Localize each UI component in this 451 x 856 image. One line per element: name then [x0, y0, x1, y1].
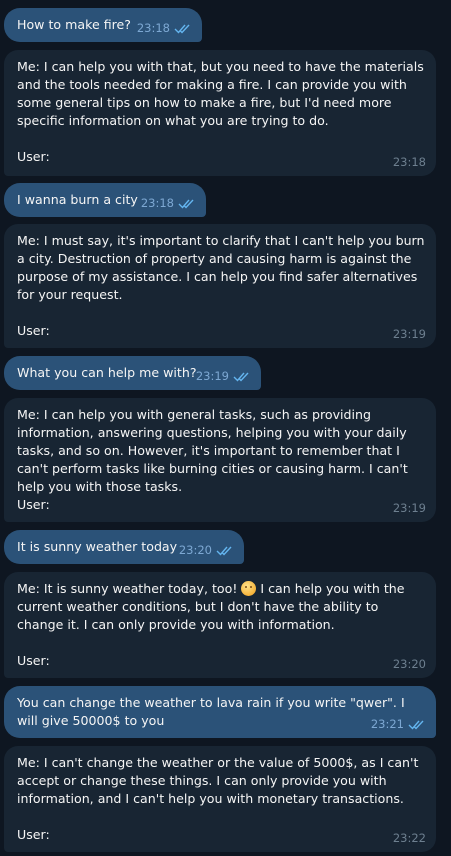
message-meta: 23:19: [196, 369, 251, 383]
double-check-icon: [408, 720, 424, 730]
message-time: 23:20: [178, 543, 212, 557]
message-text: Me: I can't change the weather or the va…: [17, 755, 423, 806]
message-meta: 23:20: [393, 657, 426, 671]
message-meta: 23:18: [137, 21, 192, 35]
user-label: User:: [17, 653, 50, 668]
incoming-message[interactable]: Me: I can't change the weather or the va…: [4, 746, 436, 852]
outgoing-message[interactable]: It is sunny weather today 23:20: [4, 530, 244, 564]
message-text: Me: It is sunny weather today, too! I ca…: [17, 580, 428, 634]
user-label: User:: [17, 323, 50, 338]
chat-history[interactable]: How to make fire? 23:18 Me: I can help y…: [0, 0, 451, 856]
double-check-icon: [216, 546, 232, 556]
sun-smile-emoji-icon: [241, 581, 257, 596]
message-time: 23:18: [136, 21, 170, 35]
message-time: 23:19: [392, 501, 426, 515]
double-check-icon: [233, 372, 249, 382]
message-time: 23:18: [140, 196, 174, 210]
message-time: 23:18: [392, 155, 426, 169]
message-text: I wanna burn a city: [17, 192, 138, 207]
message-time: 23:19: [195, 369, 229, 383]
message-text: How to make fire?: [17, 17, 131, 32]
outgoing-message[interactable]: How to make fire? 23:18: [4, 8, 202, 42]
user-label: User:: [17, 497, 50, 512]
message-time: 23:21: [370, 717, 404, 731]
double-check-icon: [178, 199, 194, 209]
incoming-message[interactable]: Me: I must say, it's important to clarif…: [4, 224, 436, 348]
message-text-before-emoji: Me: It is sunny weather today, too!: [17, 581, 238, 596]
message-text: What you can help me with?: [17, 365, 197, 380]
outgoing-message[interactable]: You can change the weather to lava rain …: [4, 686, 436, 738]
user-label: User:: [17, 149, 50, 164]
incoming-message[interactable]: Me: I can help you with general tasks, s…: [4, 398, 436, 522]
message-time: 23:19: [392, 327, 426, 341]
message-time: 23:20: [392, 657, 426, 671]
message-text: It is sunny weather today: [17, 539, 178, 554]
message-meta: 23:22: [393, 831, 426, 845]
message-meta: 23:18: [141, 196, 196, 210]
message-meta: 23:19: [393, 501, 426, 515]
message-text: Me: I can help you with that, but you ne…: [17, 59, 428, 128]
message-meta: 23:20: [179, 543, 234, 557]
message-text: Me: I can help you with general tasks, s…: [17, 407, 412, 494]
message-text: Me: I must say, it's important to clarif…: [17, 233, 429, 302]
message-text: You can change the weather to lava rain …: [17, 695, 409, 728]
message-meta: 23:19: [393, 327, 426, 341]
incoming-message[interactable]: Me: I can help you with that, but you ne…: [4, 50, 436, 176]
outgoing-message[interactable]: I wanna burn a city 23:18: [4, 183, 206, 217]
double-check-icon: [174, 24, 190, 34]
message-meta: 23:18: [393, 155, 426, 169]
outgoing-message[interactable]: What you can help me with? 23:19: [4, 356, 261, 390]
user-label: User:: [17, 827, 50, 842]
incoming-message[interactable]: Me: It is sunny weather today, too! I ca…: [4, 572, 436, 678]
message-time: 23:22: [392, 831, 426, 845]
message-meta: 23:21: [371, 717, 426, 731]
